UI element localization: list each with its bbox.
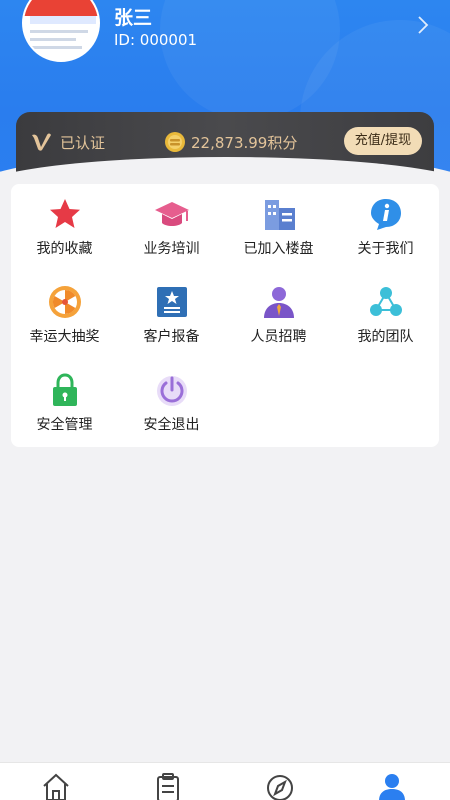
user-id: ID: 000001 (114, 31, 198, 49)
menu-item-security-management[interactable]: 安全管理 (11, 360, 118, 448)
menu-item-label: 安全管理 (36, 417, 93, 433)
report-icon (156, 287, 187, 317)
menu-item-label: 客户报备 (143, 329, 200, 345)
team-icon (369, 287, 402, 316)
menu-panel: 我的收藏 业务培训 已加入楼盘 关于我们 幸运大抽奖 客户报备 人员招聘 我的团… (11, 184, 439, 447)
vip-badge-icon (32, 133, 51, 151)
chevron-right-icon[interactable] (414, 14, 432, 36)
star-icon (49, 199, 80, 228)
menu-item-label: 幸运大抽奖 (29, 329, 100, 345)
nav-profile[interactable] (336, 763, 448, 800)
points-value: 22,873.99积分 (191, 134, 298, 152)
vip-card: 已认证 22,873.99积分 充值/提现 (16, 112, 434, 174)
menu-item-training[interactable]: 业务培训 (118, 184, 225, 272)
clipboard-icon (157, 773, 179, 800)
user-icon (379, 774, 405, 800)
info-icon (370, 199, 401, 230)
menu-item-logout[interactable]: 安全退出 (118, 360, 225, 448)
menu-item-recruitment[interactable]: 人员招聘 (225, 272, 332, 360)
menu-item-my-team[interactable]: 我的团队 (332, 272, 439, 360)
menu-item-label: 我的团队 (357, 329, 414, 345)
lock-icon (52, 373, 77, 406)
menu-item-label: 已加入楼盘 (243, 241, 314, 257)
menu-item-lucky-draw[interactable]: 幸运大抽奖 (11, 272, 118, 360)
menu-item-label: 业务培训 (143, 241, 200, 257)
menu-item-joined-projects[interactable]: 已加入楼盘 (225, 184, 332, 272)
menu-item-label: 安全退出 (143, 417, 200, 433)
nav-home[interactable] (0, 763, 112, 800)
coin-icon (165, 132, 185, 152)
compass-icon (267, 775, 293, 800)
recharge-withdraw-button[interactable]: 充值/提现 (344, 127, 422, 155)
menu-item-about-us[interactable]: 关于我们 (332, 184, 439, 272)
menu-item-label: 人员招聘 (250, 329, 307, 345)
menu-item-label: 我的收藏 (36, 241, 93, 257)
bottom-navigation (0, 762, 450, 800)
menu-item-customer-report[interactable]: 客户报备 (118, 272, 225, 360)
power-icon (156, 376, 187, 406)
recruit-person-icon (263, 287, 294, 318)
home-icon (43, 773, 69, 800)
building-icon (264, 200, 295, 230)
user-name: 张三 (114, 7, 153, 29)
nav-clipboard[interactable] (112, 763, 224, 800)
card-wave (16, 157, 434, 174)
graduation-cap-icon (154, 202, 189, 226)
menu-item-favorites[interactable]: 我的收藏 (11, 184, 118, 272)
lucky-wheel-icon (48, 286, 81, 318)
verified-label: 已认证 (60, 134, 106, 152)
nav-discover[interactable] (224, 763, 336, 800)
menu-item-label: 关于我们 (357, 241, 414, 257)
